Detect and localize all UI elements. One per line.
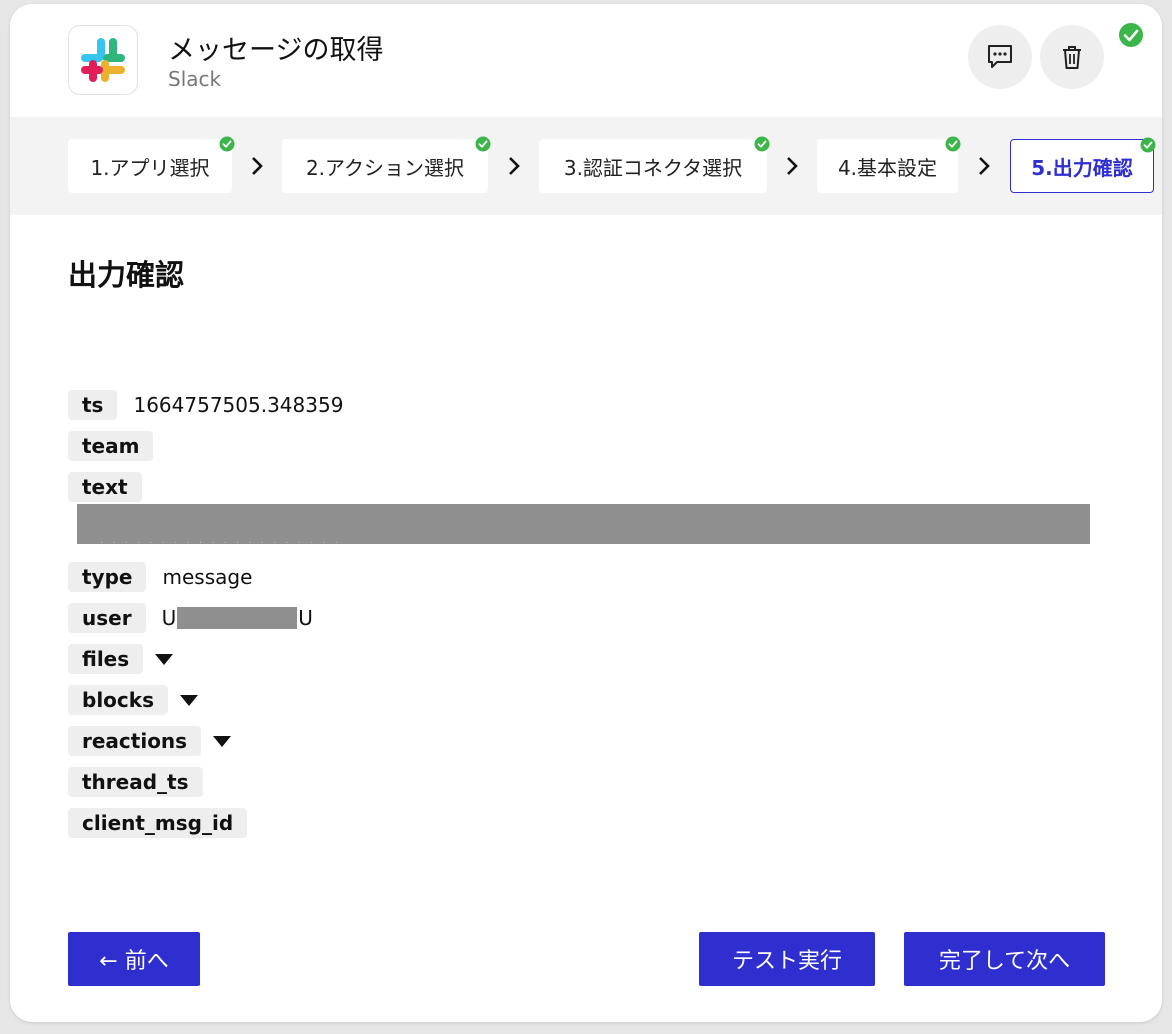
app-name: Slack — [168, 67, 222, 91]
step-basic-settings[interactable]: 4.基本設定 — [817, 136, 961, 193]
action-title: メッセージの取得 — [168, 35, 384, 66]
expand-caret-icon[interactable] — [213, 735, 232, 747]
field-ts: ts 1664757505.348359 — [68, 389, 343, 421]
check-icon — [475, 136, 491, 152]
step-label: 3.認証コネクタ選択 — [563, 155, 743, 180]
field-key: text — [68, 472, 142, 502]
check-icon — [754, 136, 770, 152]
chevron-right-icon — [979, 157, 990, 175]
field-value: 1664757505.348359 — [133, 393, 344, 417]
field-key: reactions — [68, 726, 202, 756]
field-key: ts — [68, 390, 118, 420]
step-app-select[interactable]: 1.アプリ選択 — [68, 136, 235, 193]
step-label: 1.アプリ選択 — [90, 155, 210, 180]
prev-button[interactable]: ← 前へ — [68, 932, 200, 986]
field-value: U U — [162, 606, 313, 630]
chevron-right-icon — [252, 157, 263, 175]
field-key: files — [68, 644, 144, 674]
status-ok-icon — [1118, 22, 1144, 52]
step-label: 4.基本設定 — [837, 155, 938, 180]
field-team: team — [68, 430, 154, 462]
field-key: user — [68, 603, 146, 633]
redacted-text-residue: · · · · · · · · · · · · · · · · · · · · — [100, 538, 341, 549]
expand-caret-icon[interactable] — [155, 653, 174, 665]
field-key: type — [68, 562, 147, 592]
step-label: 5.出力確認 — [1031, 155, 1133, 180]
delete-button[interactable] — [1040, 25, 1104, 89]
section-title: 出力確認 — [68, 258, 185, 292]
slack-logo — [68, 25, 138, 95]
field-value: message — [162, 565, 253, 589]
step-connector-select[interactable]: 3.認証コネクタ選択 — [539, 136, 770, 193]
step-action-select[interactable]: 2.アクション選択 — [282, 136, 491, 193]
comment-button[interactable] — [968, 25, 1032, 89]
field-text: text — [68, 471, 142, 503]
test-run-button[interactable]: テスト実行 — [699, 932, 875, 986]
expand-caret-icon[interactable] — [179, 694, 198, 706]
field-type: type message — [68, 561, 252, 593]
step-card: メッセージの取得 Slack 1.アプリ選択 2.アクション選択 3.認証コネク… — [10, 4, 1162, 1022]
field-blocks[interactable]: blocks — [68, 684, 198, 716]
field-client-msg-id: client_msg_id — [68, 807, 248, 839]
step-label: 2.アクション選択 — [305, 155, 465, 180]
field-key: thread_ts — [68, 767, 203, 797]
field-key: blocks — [68, 685, 168, 715]
comment-icon — [988, 45, 1012, 68]
trash-icon — [1063, 46, 1081, 69]
chevron-right-icon — [509, 157, 520, 175]
complete-next-button[interactable]: 完了して次へ — [904, 932, 1105, 986]
chevron-right-icon — [787, 157, 798, 175]
check-icon — [945, 136, 961, 152]
slack-logo-icon — [81, 38, 125, 82]
field-key: team — [68, 431, 154, 461]
field-files[interactable]: files — [68, 643, 174, 675]
field-key: client_msg_id — [68, 808, 248, 838]
redacted-user-id — [177, 607, 298, 629]
field-reactions[interactable]: reactions — [68, 725, 232, 757]
step-progress: 1.アプリ選択 2.アクション選択 3.認証コネクタ選択 4.基本設定 5.出力… — [10, 117, 1162, 215]
user-id-prefix: U — [161, 606, 177, 630]
check-icon — [219, 136, 235, 152]
field-user: user U U — [68, 602, 313, 634]
check-icon — [1140, 137, 1156, 153]
field-thread-ts: thread_ts — [68, 766, 203, 798]
step-output-check[interactable]: 5.出力確認 — [1010, 137, 1156, 193]
user-id-suffix: U — [298, 606, 313, 630]
